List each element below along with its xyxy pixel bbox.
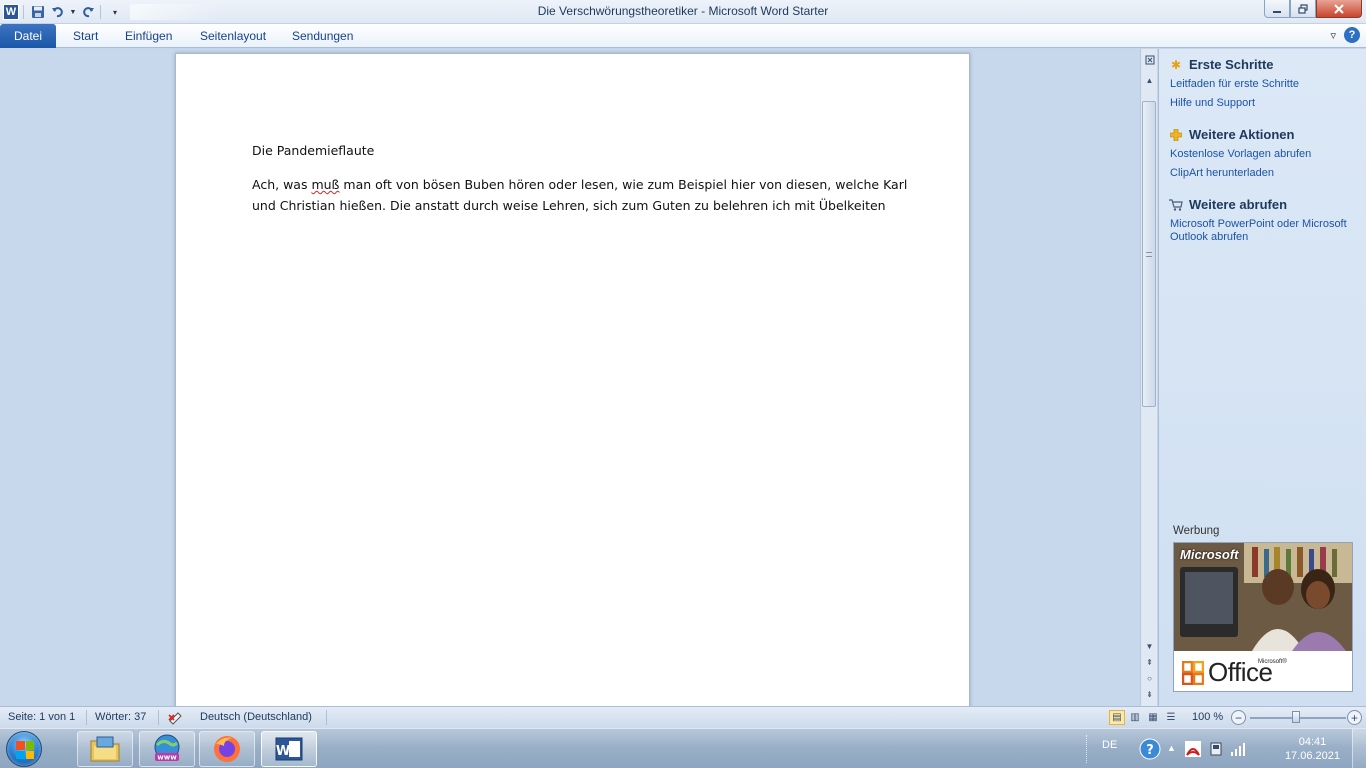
zoom-in-button[interactable]: + (1347, 710, 1362, 725)
ribbon-tab-bar: Datei Start Einfügen Seitenlayout Sendun… (0, 24, 1366, 48)
clock[interactable]: 04:41 17.06.2021 (1285, 735, 1340, 763)
misspelled-word[interactable]: muß (311, 177, 339, 192)
help-tray-icon[interactable]: ? (1139, 738, 1161, 763)
windows-taskbar: www W DE ? ▲ 04:41 17.06.2021 (0, 728, 1366, 768)
document-heading[interactable]: Die Pandemieflaute (252, 143, 374, 158)
system-tray: DE ? ▲ 04:41 17.06.2021 (1086, 729, 1366, 768)
next-page-icon[interactable]: ⇟ (1142, 687, 1157, 701)
paragraph-text-start: Ach, was (252, 177, 312, 192)
ad-brand-top: Microsoft (1180, 547, 1239, 562)
section-heading-text: Weitere abrufen (1189, 197, 1288, 212)
title-bar: W ▼ ▾ Die Verschwörungstheoretiker - Mic… (0, 0, 1366, 24)
word-count[interactable]: Wörter: 37 (95, 711, 146, 723)
section-heading-text: Weitere Aktionen (1189, 127, 1295, 142)
previous-page-icon[interactable]: ⇞ (1142, 655, 1157, 669)
taskpane-section-weitere-abrufen: Weitere abrufen Microsoft PowerPoint ode… (1169, 197, 1355, 244)
plus-icon (1169, 128, 1183, 142)
taskpane-section-weitere-aktionen: Weitere Aktionen Kostenlose Vorlagen abr… (1169, 127, 1311, 180)
link-leitfaden[interactable]: Leitfaden für erste Schritte (1170, 78, 1299, 91)
section-heading: ✱ Erste Schritte (1169, 57, 1299, 72)
scroll-up-icon[interactable]: ▲ (1142, 73, 1157, 87)
device-icon[interactable] (1208, 741, 1224, 760)
document-paragraph[interactable]: Ach, was muß man oft von bösen Buben hör… (252, 174, 912, 216)
link-clipart[interactable]: ClipArt herunterladen (1170, 167, 1311, 180)
task-pane: ✱ Erste Schritte Leitfaden für erste Sch… (1158, 49, 1366, 706)
network-signal-icon[interactable] (1230, 741, 1246, 760)
clock-time: 04:41 (1298, 736, 1327, 748)
browse-object-icon[interactable]: ○ (1142, 671, 1157, 685)
tab-seitenlayout[interactable]: Seitenlayout (200, 29, 266, 43)
document-page[interactable]: Die Pandemieflaute Ach, was muß man oft … (175, 53, 970, 706)
status-bar: Seite: 1 von 1 Wörter: 37 Deutsch (Deuts… (0, 706, 1366, 728)
cart-icon (1169, 198, 1183, 212)
minimize-button[interactable] (1264, 0, 1290, 18)
link-vorlagen[interactable]: Kostenlose Vorlagen abrufen (1170, 148, 1311, 161)
sparkle-icon: ✱ (1170, 57, 1182, 72)
taskbar-word[interactable]: W (261, 731, 317, 767)
scroll-down-icon[interactable]: ▼ (1142, 639, 1157, 653)
ribbon-right-controls: ▿ ? (1330, 27, 1360, 43)
scrollbar-grip (1146, 252, 1152, 257)
svg-text:www: www (157, 754, 177, 762)
taskbar-firefox[interactable] (199, 731, 255, 767)
office-advertisement[interactable]: Microsoft Office Microsoft® (1173, 542, 1353, 692)
internet-icon: www (154, 734, 180, 762)
scrollbar-thumb[interactable] (1142, 101, 1156, 407)
taskpane-section-erste-schritte: ✱ Erste Schritte Leitfaden für erste Sch… (1169, 57, 1299, 110)
tab-einfuegen[interactable]: Einfügen (125, 29, 172, 43)
statusbar-separator (158, 710, 159, 725)
window-title: Die Verschwörungstheoretiker - Microsoft… (537, 4, 829, 18)
language-status[interactable]: Deutsch (Deutschland) (200, 711, 312, 723)
restore-button[interactable] (1290, 0, 1316, 18)
zoom-slider-thumb[interactable] (1292, 711, 1300, 723)
vertical-scrollbar[interactable]: ▲ ▼ ⇞ ○ ⇟ (1140, 49, 1157, 706)
link-hilfe-support[interactable]: Hilfe und Support (1170, 97, 1299, 110)
help-icon[interactable]: ? (1344, 27, 1360, 43)
section-heading: Weitere Aktionen (1169, 127, 1311, 142)
statusbar-separator (326, 710, 327, 725)
ad-brand-sup: Microsoft® (1258, 659, 1287, 665)
document-workspace: Die Pandemieflaute Ach, was muß man oft … (0, 49, 1140, 706)
tab-sendungen[interactable]: Sendungen (292, 29, 353, 43)
acrobat-icon[interactable] (1185, 741, 1201, 760)
show-hidden-icons-icon[interactable]: ▲ (1167, 743, 1176, 753)
window-controls (1264, 0, 1362, 18)
page-count[interactable]: Seite: 1 von 1 (8, 711, 75, 723)
zoom-out-button[interactable]: − (1231, 710, 1246, 725)
link-powerpoint-outlook[interactable]: Microsoft PowerPoint oder Microsoft Outl… (1170, 218, 1355, 244)
word-icon: W (275, 737, 303, 761)
ribbon-collapse-icon[interactable]: ▿ (1330, 29, 1336, 42)
show-desktop-button[interactable] (1352, 729, 1366, 768)
tab-start[interactable]: Start (73, 29, 98, 43)
input-language[interactable]: DE (1102, 739, 1117, 751)
web-layout-icon[interactable]: ▦ (1145, 710, 1161, 725)
taskbar-explorer[interactable] (77, 731, 133, 767)
full-screen-reading-icon[interactable]: ▥ (1127, 710, 1143, 725)
tray-separator (1086, 735, 1088, 763)
svg-text:W: W (276, 744, 290, 759)
section-heading: Weitere abrufen (1169, 197, 1355, 212)
paragraph-text-rest: man oft von bösen Buben hören oder lesen… (252, 177, 908, 213)
windows-logo-icon (16, 741, 34, 759)
office-logo-icon (1182, 660, 1204, 685)
tab-datei[interactable]: Datei (0, 24, 56, 48)
windows-explorer-icon (90, 736, 120, 762)
ruler-toggle-icon[interactable] (1142, 53, 1157, 67)
close-button[interactable] (1316, 0, 1362, 18)
taskbar-internet[interactable]: www (139, 731, 195, 767)
outline-view-icon[interactable]: ☰ (1163, 710, 1179, 725)
statusbar-separator (86, 710, 87, 725)
zoom-level[interactable]: 100 % (1192, 711, 1223, 723)
section-heading-text: Erste Schritte (1189, 57, 1274, 72)
proofing-icon[interactable] (168, 709, 184, 728)
office-logo: Office Microsoft® (1182, 657, 1287, 688)
print-layout-view-icon[interactable]: ▤ (1109, 710, 1125, 725)
svg-text:?: ? (1146, 743, 1154, 758)
clock-date: 17.06.2021 (1284, 750, 1340, 762)
firefox-icon (214, 736, 240, 762)
ad-label: Werbung (1173, 525, 1220, 537)
start-button[interactable] (6, 731, 42, 767)
